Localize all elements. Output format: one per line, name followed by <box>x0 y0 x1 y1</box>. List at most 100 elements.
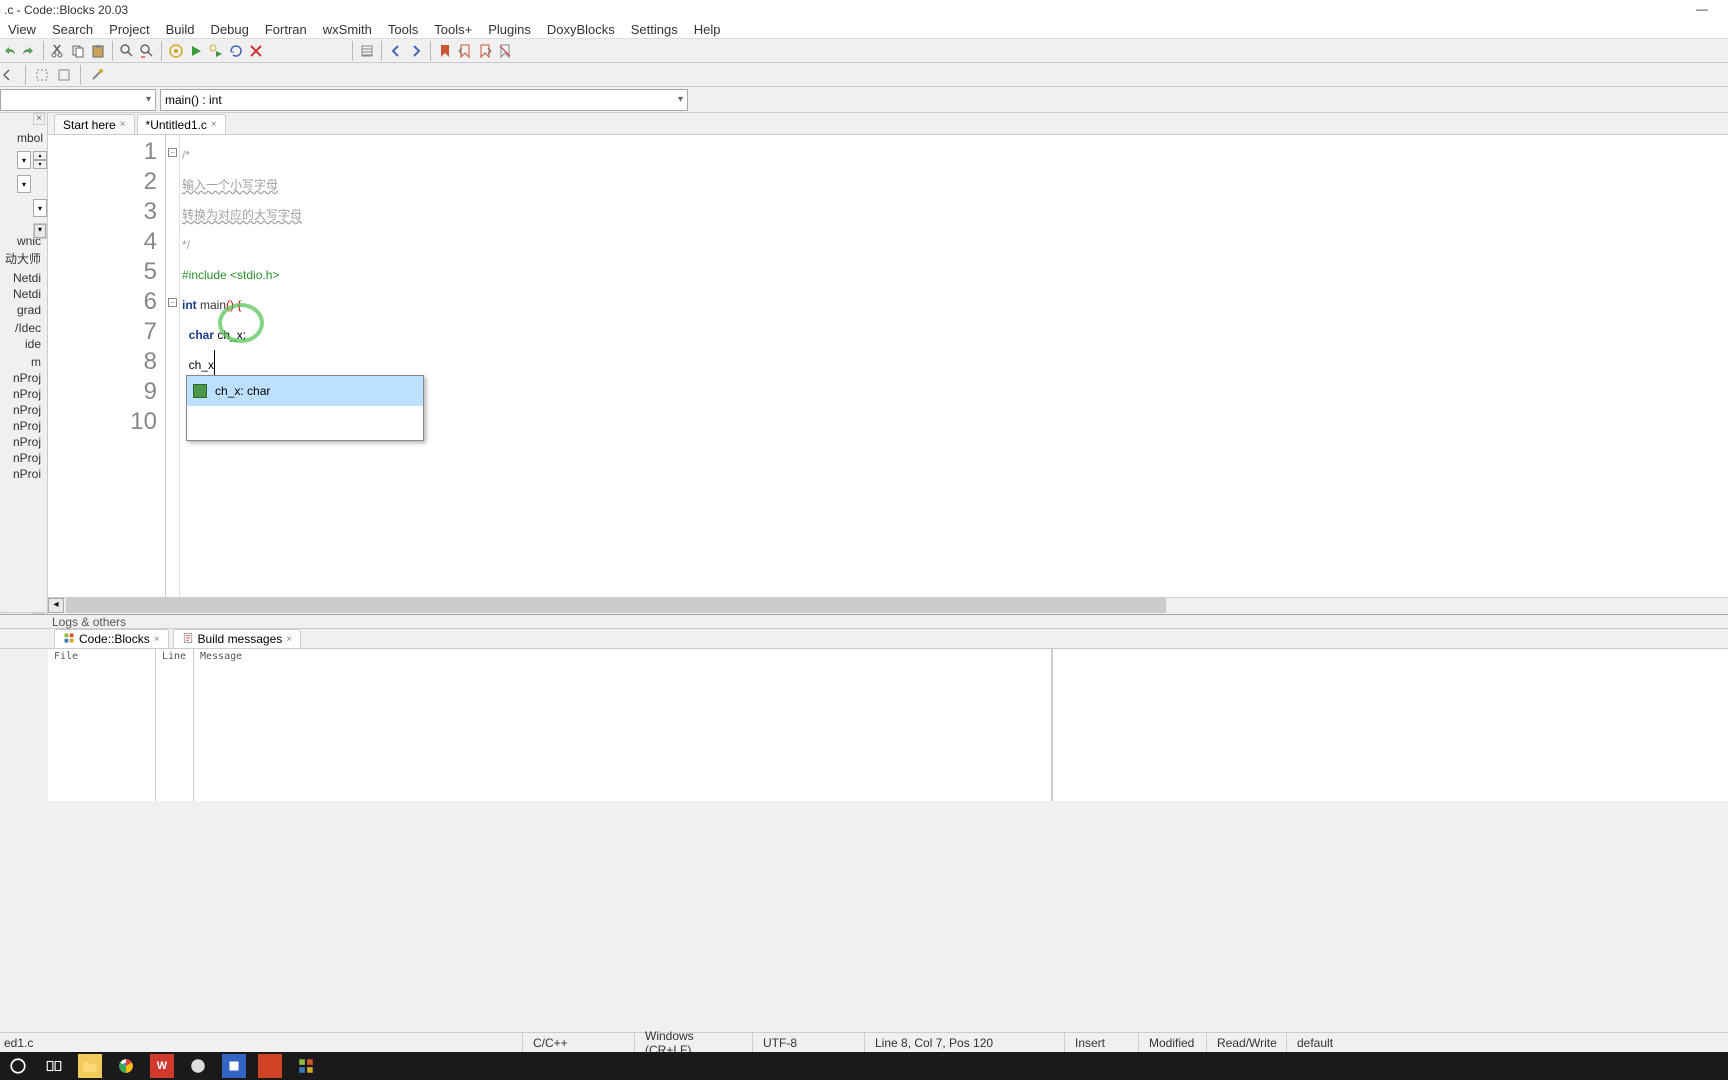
bookmark-prev-icon[interactable] <box>456 42 474 60</box>
redo-icon[interactable] <box>20 42 38 60</box>
log-tab[interactable]: Code::Blocks× <box>54 629 169 648</box>
menu-doxyblocks[interactable]: DoxyBlocks <box>539 20 623 39</box>
scroll-down-button[interactable]: ▾ <box>33 223 47 239</box>
codeblocks-icon[interactable] <box>294 1054 318 1078</box>
code-line[interactable]: int main() { <box>182 287 1728 317</box>
fold-column[interactable]: −− <box>166 135 180 597</box>
editor-tab[interactable]: Start here× <box>54 114 135 134</box>
tree-item[interactable]: nProj <box>0 386 43 402</box>
logs-right-pane <box>1052 649 1728 801</box>
find-icon[interactable] <box>118 42 136 60</box>
panel-dropdown-3[interactable]: ▾ <box>33 199 47 217</box>
tree-item[interactable]: nProi <box>0 466 43 482</box>
tree-item[interactable]: /Idec <box>0 320 43 336</box>
tree-item[interactable]: ide <box>0 336 43 352</box>
status-readwrite: Read/Write <box>1207 1033 1287 1052</box>
tree-item[interactable]: 动大师 <box>0 249 43 268</box>
select-icon[interactable] <box>33 66 51 84</box>
logs-tabs: Code::Blocks×Build messages× <box>0 629 1728 649</box>
app-icon-2[interactable] <box>222 1054 246 1078</box>
replace-icon[interactable] <box>138 42 156 60</box>
code-line[interactable]: char ch_x; <box>182 317 1728 347</box>
undo-icon[interactable] <box>0 42 18 60</box>
tree-item[interactable]: Netdi <box>0 270 43 286</box>
panel-close-icon[interactable]: × <box>33 113 45 125</box>
panel-dropdown-2[interactable]: ▾ <box>17 175 31 193</box>
scope-dropdown-left[interactable]: ▾ <box>0 89 156 111</box>
taskbar[interactable]: W <box>0 1052 1728 1080</box>
autocomplete-item[interactable]: ch_x: char <box>187 376 423 406</box>
task-view-icon[interactable] <box>42 1054 66 1078</box>
menu-help[interactable]: Help <box>686 20 729 39</box>
tab-close-icon[interactable]: × <box>154 634 160 645</box>
logs-col-message: Message <box>194 649 1052 801</box>
bookmark-clear-icon[interactable] <box>496 42 514 60</box>
fold-toggle-icon[interactable]: − <box>168 298 177 307</box>
tree-item[interactable]: nProj <box>0 450 43 466</box>
code-line[interactable]: #include <stdio.h> <box>182 257 1728 287</box>
rebuild-icon[interactable] <box>227 42 245 60</box>
tab-close-icon[interactable]: × <box>211 119 217 130</box>
tree-item[interactable]: nProj <box>0 434 43 450</box>
panel-stepper-1[interactable]: ▴▾ <box>33 151 47 169</box>
cut-icon[interactable] <box>49 42 67 60</box>
build-icon[interactable] <box>167 42 185 60</box>
wand-icon[interactable] <box>88 66 106 84</box>
frame-icon[interactable] <box>55 66 73 84</box>
code-line[interactable]: ch_x <box>182 347 1728 377</box>
panel-dropdown-1[interactable]: ▾ <box>17 151 31 169</box>
log-tab[interactable]: Build messages× <box>173 629 302 648</box>
target-icon[interactable] <box>358 42 376 60</box>
tree-item[interactable]: nProj <box>0 402 43 418</box>
paste-icon[interactable] <box>89 42 107 60</box>
fold-toggle-icon[interactable]: − <box>168 148 177 157</box>
start-button[interactable] <box>6 1054 30 1078</box>
abort-icon[interactable] <box>247 42 265 60</box>
code-line[interactable]: */ <box>182 227 1728 257</box>
build-run-icon[interactable] <box>207 42 225 60</box>
code-text[interactable]: /*输入一个小写字母转换为对应的大写字母*/#include <stdio.h>… <box>180 135 1728 597</box>
app-icon-1[interactable] <box>186 1054 210 1078</box>
menu-debug[interactable]: Debug <box>203 20 257 39</box>
app-icon-3[interactable] <box>258 1054 282 1078</box>
symbols-tree[interactable]: wnlc动大师NetdiNetdigrad/IdecidemnProjnProj… <box>0 233 43 603</box>
tree-item[interactable]: nProj <box>0 418 43 434</box>
code-line[interactable]: 转换为对应的大写字母 <box>182 197 1728 227</box>
nav-forward-icon[interactable] <box>407 42 425 60</box>
horizontal-scrollbar[interactable]: ◂ <box>48 597 1728 613</box>
code-editor[interactable]: 12345678910 −− /*输入一个小写字母转换为对应的大写字母*/#in… <box>48 135 1728 597</box>
scroll-thumb[interactable] <box>66 598 1166 613</box>
chrome-icon[interactable] <box>114 1054 138 1078</box>
tree-item[interactable]: grad <box>0 302 43 318</box>
tab-close-icon[interactable]: × <box>120 119 126 130</box>
copy-icon[interactable] <box>69 42 87 60</box>
menu-plugins[interactable]: Plugins <box>480 20 539 39</box>
explorer-icon[interactable] <box>78 1054 102 1078</box>
menu-search[interactable]: Search <box>44 20 101 39</box>
menu-tools+[interactable]: Tools+ <box>426 20 480 39</box>
code-line[interactable]: 输入一个小写字母 <box>182 167 1728 197</box>
bookmark-toggle-icon[interactable] <box>436 42 454 60</box>
tree-item[interactable]: m <box>0 354 43 370</box>
bookmark-next-icon[interactable] <box>476 42 494 60</box>
menu-build[interactable]: Build <box>158 20 203 39</box>
minimize-button[interactable]: — <box>1696 2 1708 16</box>
code-line[interactable]: /* <box>182 137 1728 167</box>
nav-back-icon[interactable] <box>387 42 405 60</box>
tree-item[interactable]: Netdi <box>0 286 43 302</box>
run-icon[interactable] <box>187 42 205 60</box>
menu-wxsmith[interactable]: wxSmith <box>315 20 380 39</box>
menu-fortran[interactable]: Fortran <box>257 20 315 39</box>
menu-tools[interactable]: Tools <box>380 20 426 39</box>
menu-project[interactable]: Project <box>101 20 157 39</box>
editor-tab[interactable]: *Untitled1.c× <box>137 114 226 134</box>
menu-view[interactable]: View <box>0 20 44 39</box>
autocomplete-popup[interactable]: ch_x: char <box>186 375 424 441</box>
scope-dropdown-right[interactable]: main() : int ▾ <box>160 89 688 111</box>
tab-close-icon[interactable]: × <box>286 634 292 645</box>
wps-icon[interactable]: W <box>150 1054 174 1078</box>
jump-back-icon[interactable] <box>0 66 18 84</box>
menu-settings[interactable]: Settings <box>623 20 686 39</box>
tree-item[interactable]: nProj <box>0 370 43 386</box>
scroll-left-icon[interactable]: ◂ <box>48 598 64 613</box>
